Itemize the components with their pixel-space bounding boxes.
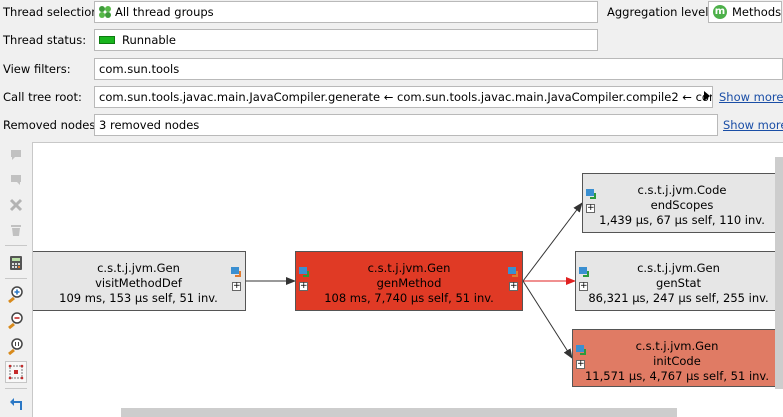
view-filters-field[interactable]: com.sun.tools: [94, 58, 783, 80]
node-method-label: visitMethodDef: [95, 276, 182, 290]
zoom-100-icon: [8, 338, 23, 355]
node-initcode[interactable]: c.s.t.j.jvm.Gen initCode 11,571 µs, 4,76…: [572, 329, 782, 387]
thread-groups-icon: [98, 5, 112, 19]
node-class-label: c.s.t.j.jvm.Gen: [97, 261, 180, 275]
node-method-label: endScopes: [650, 198, 714, 212]
thread-status-label: Thread status:: [3, 33, 87, 47]
outgoing-calls-icon[interactable]: [231, 266, 241, 277]
node-visitmethoddef[interactable]: c.s.t.j.jvm.Gen visitMethodDef 109 ms, 1…: [33, 251, 246, 311]
navigate-back-icon: [11, 150, 21, 160]
removed-nodes-field[interactable]: 3 removed nodes: [94, 114, 718, 136]
methods-icon: m: [713, 5, 727, 19]
vertical-scrollbar[interactable]: [775, 157, 783, 389]
expand-outgoing-icon[interactable]: +: [509, 282, 518, 291]
node-genstat[interactable]: c.s.t.j.jvm.Gen genStat 86,321 µs, 247 µ…: [575, 251, 782, 311]
navigate-forward-button[interactable]: [5, 169, 27, 191]
node-stats-label: 86,321 µs, 247 µs self, 255 inv.: [588, 291, 769, 305]
incoming-calls-icon[interactable]: [576, 344, 586, 355]
incoming-calls-icon[interactable]: [586, 188, 596, 199]
zoom-out-icon: [8, 312, 23, 329]
toolbar-separator: [5, 245, 27, 246]
undo-icon: [10, 398, 22, 410]
fit-to-window-icon: [8, 364, 24, 380]
navigate-forward-icon: [11, 175, 21, 185]
node-stats-label: 1,439 µs, 67 µs self, 110 inv.: [599, 213, 765, 227]
remove-node-button[interactable]: [5, 194, 27, 216]
call-tree-root-value: com.sun.tools.javac.main.JavaCompiler.ge…: [99, 90, 713, 104]
thread-status-value: Runnable: [122, 33, 176, 47]
fit-to-window-button[interactable]: [5, 361, 27, 383]
node-endscopes[interactable]: c.s.t.j.jvm.Code endScopes 1,439 µs, 67 …: [582, 173, 782, 233]
call-edge-genMethod-to-initCode: [522, 280, 573, 359]
call-tree-root-field[interactable]: com.sun.tools.javac.main.JavaCompiler.ge…: [94, 86, 713, 108]
runnable-status-swatch: [99, 36, 115, 44]
call-edge-genMethod-to-endScopes: [522, 202, 583, 282]
remove-node-icon: [9, 198, 23, 212]
node-class-label: c.s.t.j.jvm.Gen: [635, 339, 719, 353]
node-stats-label: 11,571 µs, 4,767 µs self, 51 inv.: [584, 369, 770, 383]
removed-nodes-show-more-link[interactable]: Show more: [723, 114, 783, 136]
undo-button[interactable]: [5, 393, 27, 415]
scroll-right-icon[interactable]: [704, 91, 710, 101]
node-class-label: c.s.t.j.jvm.Code: [637, 183, 727, 197]
aggregation-level-button[interactable]: m Methods: [708, 1, 782, 23]
node-genmethod[interactable]: c.s.t.j.jvm.Gen genMethod 108 ms, 7,740 …: [295, 251, 523, 311]
thread-selection-value: All thread groups: [115, 5, 214, 19]
toolbar-separator: [5, 278, 27, 279]
removed-nodes-label: Removed nodes:: [3, 118, 100, 132]
view-filters-label: View filters:: [3, 62, 71, 76]
node-stats-label: 109 ms, 153 µs self, 51 inv.: [59, 291, 218, 305]
node-class-label: c.s.t.j.jvm.Gen: [637, 261, 720, 275]
node-method-label: genMethod: [376, 276, 442, 290]
call-graph-canvas[interactable]: c.s.t.j.jvm.Gen visitMethodDef 109 ms, 1…: [32, 142, 783, 417]
incoming-calls-icon[interactable]: [579, 266, 589, 277]
horizontal-scrollbar[interactable]: [121, 408, 677, 417]
delete-button[interactable]: [5, 219, 27, 241]
node-class-label: c.s.t.j.jvm.Gen: [367, 261, 451, 275]
thread-status-field[interactable]: Runnable: [94, 29, 598, 51]
expand-node-icon[interactable]: +: [579, 282, 588, 291]
aggregation-level-value: Methods: [732, 5, 782, 19]
navigate-back-button[interactable]: [5, 144, 27, 166]
incoming-calls-icon[interactable]: [299, 266, 309, 277]
delete-icon: [11, 225, 21, 236]
zoom-100-button[interactable]: [5, 335, 27, 357]
graph-toolbar: [3, 142, 29, 414]
aggregation-level-label: Aggregation level:: [607, 5, 713, 19]
thread-selection-label: Thread selection:: [3, 5, 103, 19]
call-tree-root-show-more-link[interactable]: Show more: [719, 86, 783, 108]
node-method-label: initCode: [653, 354, 701, 368]
expand-node-icon[interactable]: +: [586, 204, 595, 213]
toolbar-separator: [5, 388, 27, 389]
outgoing-calls-icon[interactable]: [508, 266, 518, 277]
expand-incoming-icon[interactable]: +: [299, 282, 308, 291]
calculator-button[interactable]: [5, 252, 27, 274]
zoom-out-button[interactable]: [5, 309, 27, 331]
calculator-icon: [10, 256, 22, 270]
zoom-in-button[interactable]: [5, 283, 27, 305]
node-method-label: genStat: [655, 276, 702, 290]
call-tree-root-label: Call tree root:: [3, 90, 82, 104]
node-stats-label: 108 ms, 7,740 µs self, 51 inv.: [324, 291, 494, 305]
zoom-in-icon: [8, 286, 23, 303]
expand-node-icon[interactable]: +: [576, 360, 585, 369]
thread-selection-field[interactable]: All thread groups: [94, 1, 598, 23]
expand-outgoing-icon[interactable]: +: [232, 282, 241, 291]
